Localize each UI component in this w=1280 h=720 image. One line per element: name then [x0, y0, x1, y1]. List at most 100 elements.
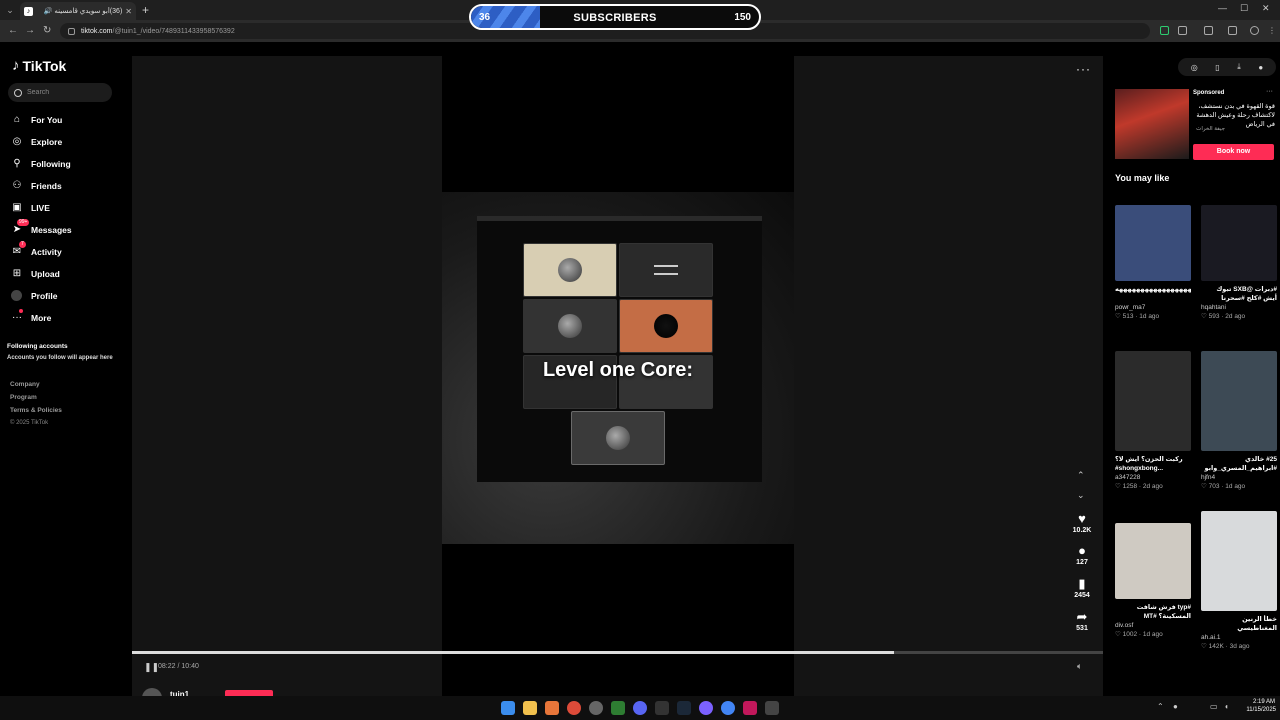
sidebar-item-upload[interactable]: ⊞ Upload — [11, 267, 60, 281]
app-icon[interactable] — [545, 701, 559, 715]
share-button[interactable]: ➦ 531 — [1067, 610, 1097, 633]
compass-icon[interactable]: ◎ — [1191, 63, 1198, 72]
video-age: 1d ago — [1142, 631, 1163, 638]
clock-date[interactable]: 11/15/2025 — [1236, 707, 1276, 713]
back-icon[interactable]: ← — [8, 25, 18, 36]
like-button[interactable]: ♥ 10.2K — [1067, 512, 1097, 535]
profile-icon[interactable] — [1228, 26, 1237, 35]
site-info-icon[interactable] — [68, 27, 75, 35]
window-close-icon[interactable]: ✕ — [1262, 3, 1270, 14]
top-right-icon-bar: ◎ ▯ ⤓ ● — [1178, 58, 1276, 76]
downloads-icon[interactable] — [1204, 26, 1213, 35]
sidebar-item-messages[interactable]: ➤ 99+ Messages — [11, 219, 72, 237]
more-options-icon[interactable]: ··· — [1076, 62, 1091, 76]
suggested-video-card[interactable]: #25 خالدي #ابراهيم_المسري_وابو #عدي hjfn… — [1201, 351, 1277, 490]
file-explorer-icon[interactable] — [523, 701, 537, 715]
video-player-area: Level one Core: ··· ⌃ ⌄ ♥ 10.2K ● 127 ▮ … — [132, 56, 1103, 708]
compass-icon: ◎ — [12, 136, 22, 147]
video-likes: 1258 — [1122, 483, 1138, 490]
sidebar-item-for-you[interactable]: ⌂ For You — [11, 113, 62, 127]
browser-menu-icon[interactable]: ⋮ — [1268, 26, 1277, 35]
extensions-puzzle-icon[interactable] — [1178, 26, 1187, 35]
network-icon[interactable]: ▭ — [1210, 702, 1218, 711]
next-video-icon[interactable]: ⌄ — [1077, 490, 1085, 501]
sidebar-item-explore[interactable]: ◎ Explore — [11, 135, 63, 149]
suggested-video-card[interactable]: #typ فرش شافت المسكينة؟ #MT #فسناد_ابوكز… — [1115, 523, 1191, 638]
search-box[interactable] — [8, 83, 112, 102]
sidebar-item-friends[interactable]: ⚇ Friends — [11, 179, 62, 193]
app-icon[interactable] — [699, 701, 713, 715]
video-player[interactable]: Level one Core: — [442, 56, 794, 696]
extension-icon[interactable] — [1160, 26, 1169, 35]
forward-icon[interactable]: → — [25, 25, 35, 36]
tab-search-dropdown-icon[interactable]: ⌄ — [4, 4, 16, 16]
save-button[interactable]: ▮ 2454 — [1067, 577, 1097, 600]
you-may-like-heading: You may like — [1115, 173, 1170, 183]
footer-link-program[interactable]: Program — [10, 394, 37, 401]
phone-icon[interactable]: ▯ — [1215, 63, 1219, 72]
previous-video-icon[interactable]: ⌃ — [1077, 470, 1085, 481]
sidebar: ♪ TikTok ⌂ For You ◎ Explore ⚲ Following… — [0, 42, 132, 696]
upload-icon: ⊞ — [12, 268, 22, 279]
ad-more-icon[interactable]: ··· — [1266, 88, 1273, 95]
new-tab-icon[interactable]: + — [142, 3, 149, 17]
discord-icon[interactable] — [633, 701, 647, 715]
windows-start-icon[interactable] — [501, 701, 515, 715]
volume-tray-icon[interactable]: ◖ — [1224, 702, 1229, 711]
search-input[interactable] — [27, 89, 107, 96]
volume-icon[interactable]: 🔈︎ — [1077, 661, 1082, 672]
steam-icon[interactable] — [677, 701, 691, 715]
ad-image[interactable] — [1115, 89, 1189, 159]
pause-icon[interactable]: ❚❚ — [144, 662, 159, 673]
paper-plane-icon: ➤ 99+ — [12, 219, 30, 235]
sidebar-item-live[interactable]: ▣ LIVE — [11, 201, 50, 215]
suggested-video-card[interactable]: خطأ الرنين المغناطيسي #علاج_طبيعي ... ah… — [1201, 511, 1277, 650]
suggested-video-card[interactable]: ههههههههههههههههههههههه powr_ma7 ♡ 513 ·… — [1115, 205, 1191, 320]
video-progress-bar[interactable] — [132, 651, 1103, 654]
following-accounts-hint: Accounts you follow will appear here — [7, 355, 113, 361]
core-icon — [606, 426, 630, 450]
share-count: 531 — [1076, 625, 1088, 632]
sidebar-item-activity[interactable]: ✉ 7 Activity — [11, 241, 62, 259]
avatar-icon[interactable]: ● — [1258, 63, 1263, 72]
book-now-button[interactable]: Book now — [1193, 144, 1274, 160]
reload-icon[interactable]: ↻ — [43, 25, 51, 36]
app-icon[interactable] — [765, 701, 779, 715]
video-thumbnail — [1201, 205, 1277, 281]
app-icon[interactable] — [743, 701, 757, 715]
account-avatar-icon[interactable] — [1250, 26, 1259, 35]
heart-icon: ♡ — [1115, 631, 1123, 638]
chrome-icon[interactable] — [567, 701, 581, 715]
core-card — [619, 243, 713, 297]
sidebar-item-profile[interactable]: Profile — [11, 289, 57, 303]
tab-close-icon[interactable]: ✕ — [125, 7, 132, 16]
tray-chevron-icon[interactable]: ⌃ — [1157, 702, 1164, 711]
sidebar-item-following[interactable]: ⚲ Following — [11, 157, 70, 171]
app-icon[interactable] — [611, 701, 625, 715]
activity-badge: 7 — [19, 241, 26, 248]
download-icon[interactable]: ⤓ — [1237, 62, 1241, 72]
video-frame: Level one Core: — [442, 192, 794, 544]
footer-link-terms[interactable]: Terms & Policies — [10, 407, 62, 414]
app-icon[interactable] — [589, 701, 603, 715]
footer-link-company[interactable]: Company — [10, 381, 40, 388]
home-icon: ⌂ — [13, 114, 21, 125]
az-logo-icon — [654, 265, 678, 275]
browser-tab[interactable]: ♪ (36)أبو سويدي قامسينه 🔊 ✕ — [20, 2, 136, 20]
app-icon[interactable] — [721, 701, 735, 715]
core-icon — [558, 314, 582, 338]
tiktok-logo[interactable]: ♪ TikTok — [12, 57, 66, 74]
sidebar-item-label: Activity — [31, 247, 62, 257]
live-icon: ▣ — [12, 202, 22, 213]
comment-button[interactable]: ● 127 — [1067, 544, 1097, 567]
suggested-video-card[interactable]: #دبرات @SXB تبوك أيش #كلح #سحرنا hqahtan… — [1201, 205, 1277, 320]
sidebar-item-more[interactable]: ··· More — [11, 309, 51, 325]
core-card — [523, 299, 617, 353]
app-icon[interactable] — [655, 701, 669, 715]
clock-time[interactable]: 2:19 AM — [1245, 699, 1275, 705]
suggested-video-card[interactable]: ركبت الحزن؟ ايش لا؟ #shongxbong... a3472… — [1115, 351, 1191, 490]
maximize-icon[interactable]: ☐ — [1240, 3, 1248, 14]
microphone-icon[interactable]: ● — [1173, 702, 1178, 711]
minimize-icon[interactable]: — — [1218, 3, 1227, 13]
sidebar-item-label: Messages — [31, 225, 72, 235]
